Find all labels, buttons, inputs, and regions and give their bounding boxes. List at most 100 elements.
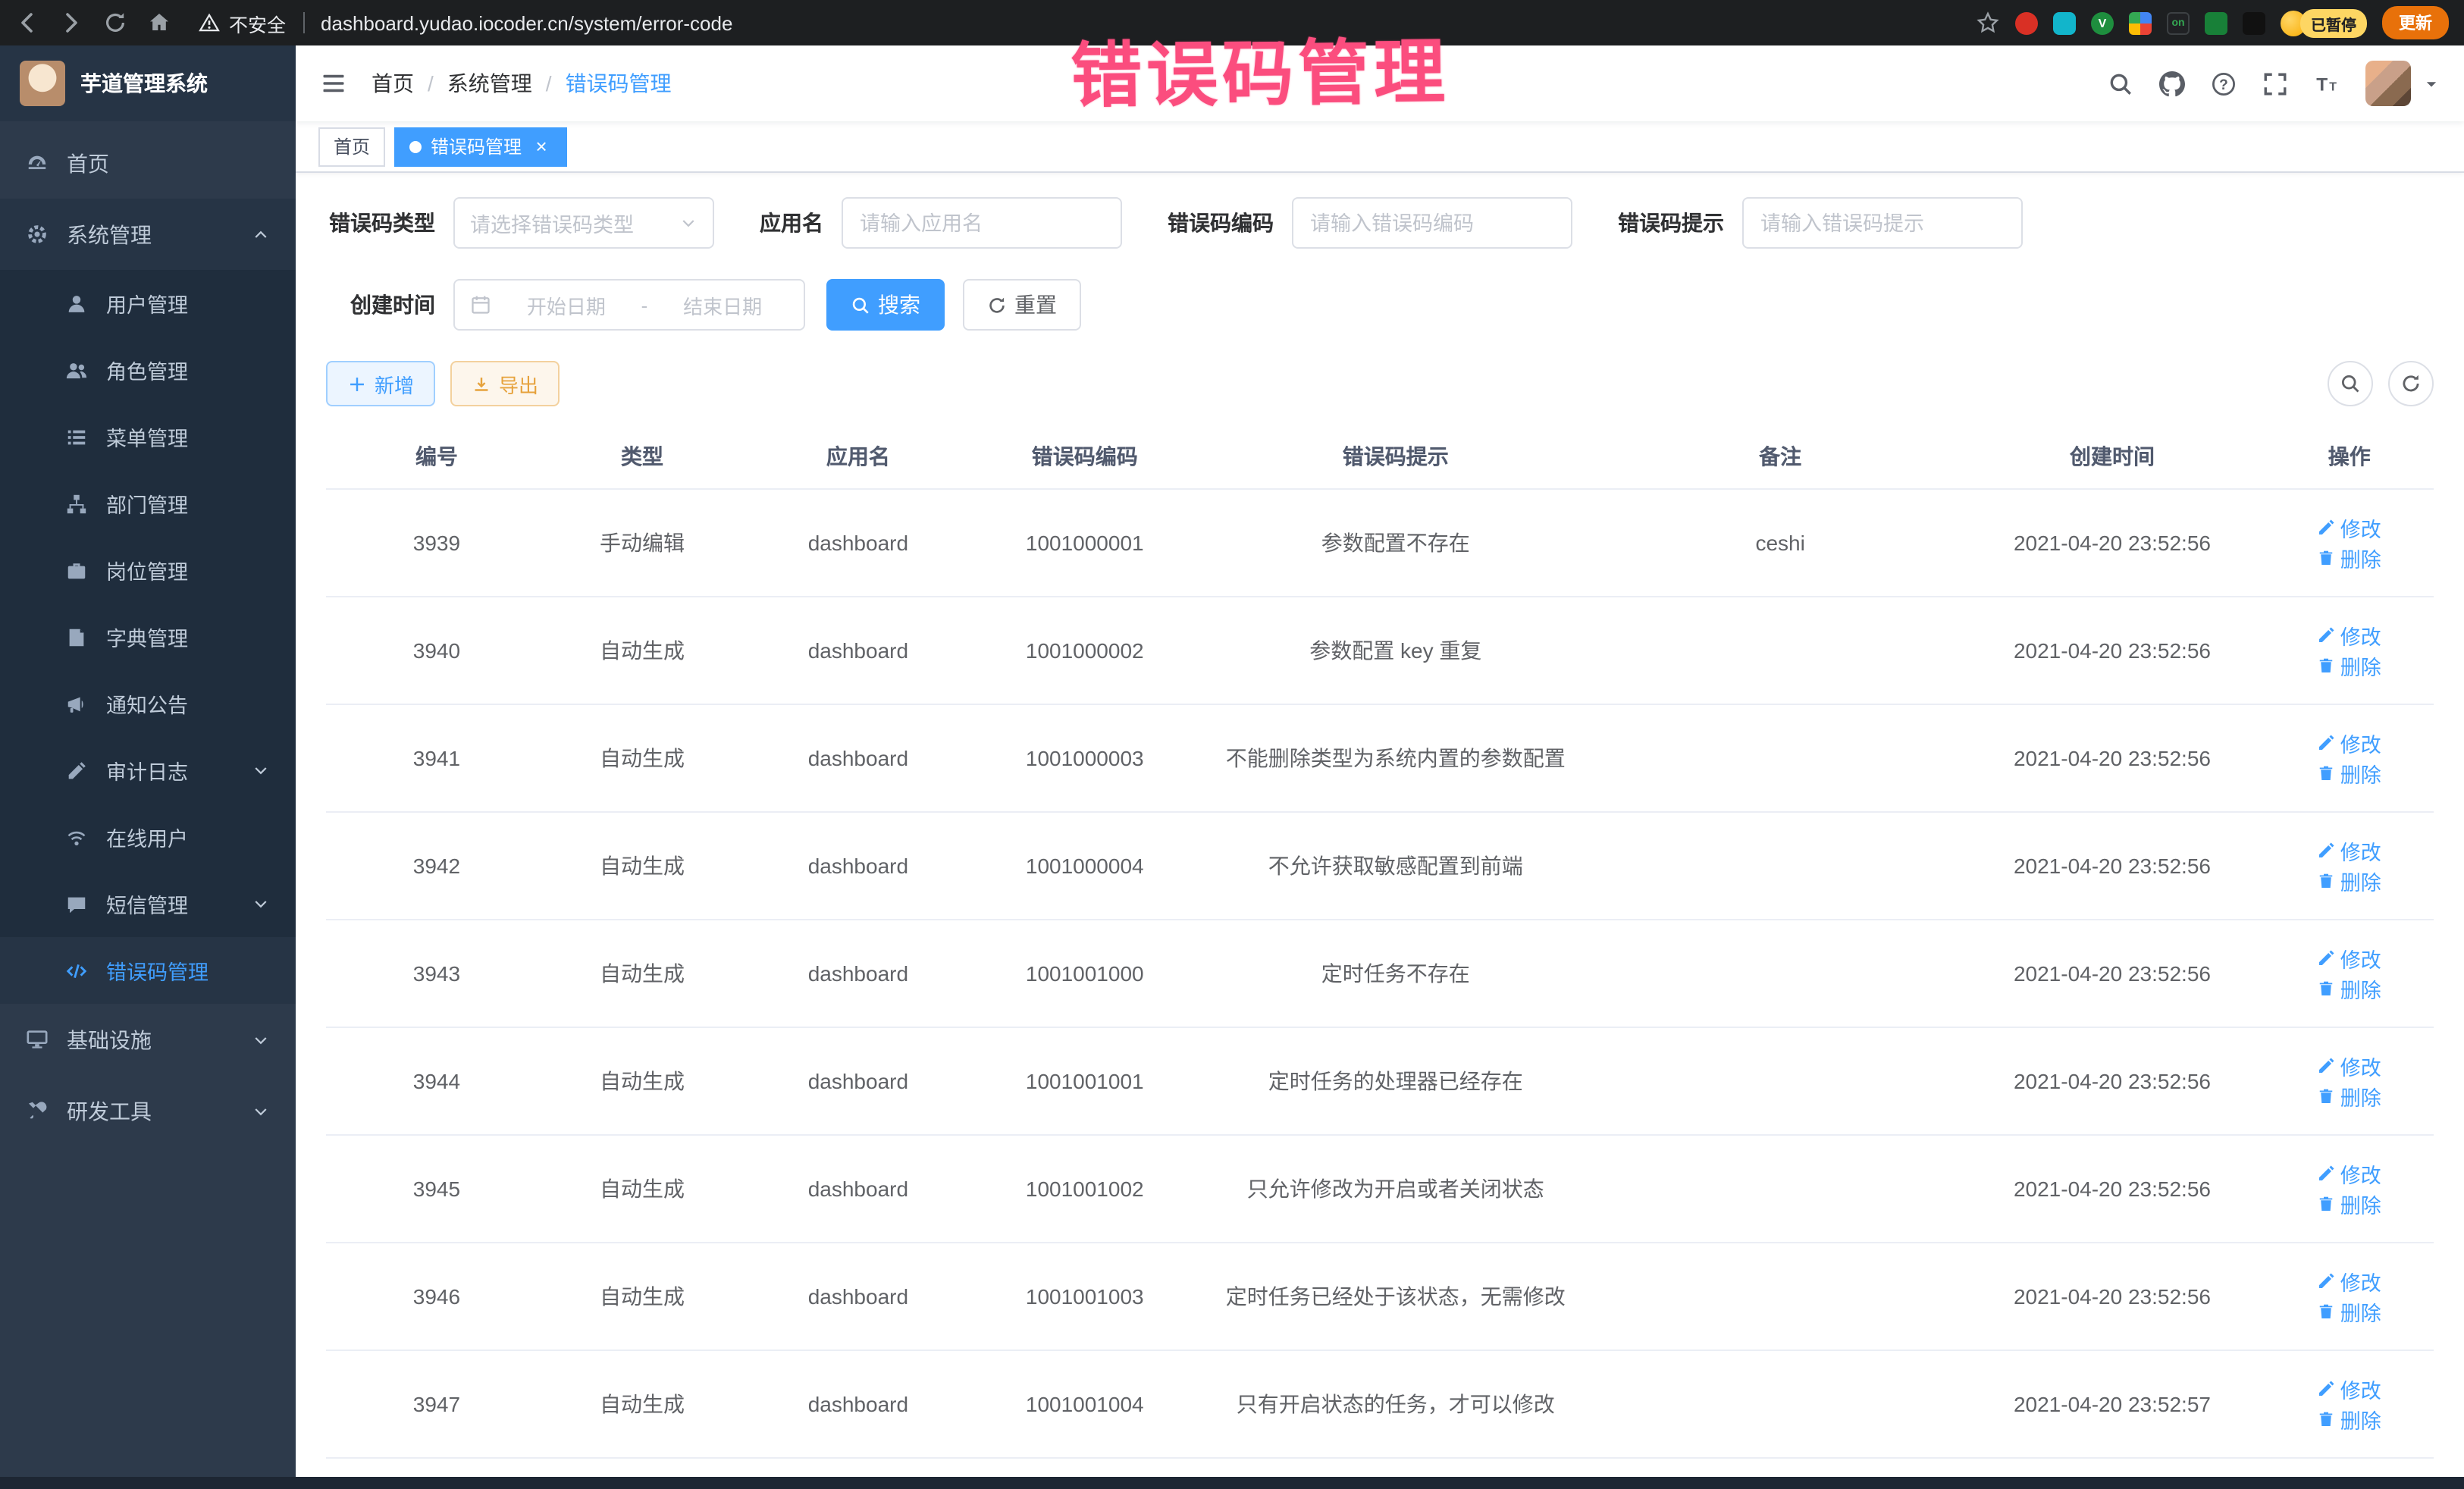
edit-link[interactable]: 修改 [2318, 835, 2381, 866]
plus-icon [347, 374, 367, 393]
cell-type: 自动生成 [547, 1243, 737, 1350]
github-icon[interactable] [2159, 71, 2185, 96]
edit-link[interactable]: 修改 [2318, 1374, 2381, 1404]
bookmark-star-icon[interactable] [1976, 11, 2000, 35]
user-avatar[interactable] [2365, 61, 2411, 106]
delete-link[interactable]: 删除 [2318, 543, 2381, 573]
edit-link[interactable]: 修改 [2318, 1266, 2381, 1296]
cell-hint: 不允许获取敏感配置到前端 [1190, 812, 1601, 920]
tag-error-code[interactable]: 错误码管理 × [394, 127, 567, 166]
error-hint-input[interactable] [1742, 197, 2023, 249]
paused-badge: 已暂停 [2300, 8, 2367, 37]
edit-label: 修改 [2340, 1374, 2381, 1404]
profile-chip[interactable]: 已暂停 [2281, 8, 2367, 37]
sidebar-toggle-icon[interactable] [320, 70, 347, 97]
filter-group-type: 错误码类型 请选择错误码类型 [326, 197, 714, 249]
code-value: 1001000002 [1021, 634, 1149, 668]
sidebar-item-audit-log[interactable]: 审计日志 [0, 737, 296, 804]
edit-link[interactable]: 修改 [2318, 620, 2381, 650]
sidebar-item-infrastructure[interactable]: 基础设施 [0, 1004, 296, 1075]
delete-label: 删除 [2340, 543, 2381, 573]
extension-icon[interactable]: V [2091, 11, 2114, 34]
sidebar-item-user-management[interactable]: 用户管理 [0, 270, 296, 337]
column-header: 创建时间 [1959, 425, 2265, 489]
export-button[interactable]: 导出 [450, 361, 560, 406]
sidebar-item-dict-management[interactable]: 字典管理 [0, 603, 296, 670]
table-row: 3941自动生成dashboard1001000003不能删除类型为系统内置的参… [326, 704, 2434, 812]
filter-label-type: 错误码类型 [326, 208, 435, 238]
sidebar-item-system-management[interactable]: 系统管理 [0, 199, 296, 270]
edit-link[interactable]: 修改 [2318, 1158, 2381, 1189]
edit-link[interactable]: 修改 [2318, 943, 2381, 973]
address-bar[interactable]: 不安全 dashboard.yudao.iocoder.cn/system/er… [183, 8, 1964, 37]
delete-link[interactable]: 删除 [2318, 973, 2381, 1004]
sidebar-item-error-code-management[interactable]: 错误码管理 [0, 937, 296, 1004]
home-icon[interactable] [147, 11, 171, 35]
extensions-menu-icon[interactable] [2129, 11, 2152, 34]
extension-icon[interactable] [2053, 11, 2076, 34]
close-icon[interactable]: × [531, 136, 552, 157]
sidebar-item-notice-announcement[interactable]: 通知公告 [0, 670, 296, 737]
sidebar-item-sms-management[interactable]: 短信管理 [0, 870, 296, 937]
sidebar-item-label: 研发工具 [67, 1096, 252, 1126]
edit-link[interactable]: 修改 [2318, 513, 2381, 543]
delete-link[interactable]: 删除 [2318, 650, 2381, 681]
briefcase-icon [65, 559, 88, 581]
breadcrumb-item[interactable]: 首页 [371, 68, 414, 99]
delete-icon [2318, 1302, 2336, 1321]
delete-link[interactable]: 删除 [2318, 1404, 2381, 1434]
refresh-table-button[interactable] [2388, 361, 2434, 406]
extension-icon[interactable]: on [2167, 11, 2190, 34]
sidebar-item-home[interactable]: 首页 [0, 127, 296, 199]
cell-operations: 修改删除 [2265, 1135, 2434, 1243]
edit-link[interactable]: 修改 [2318, 1051, 2381, 1081]
delete-link[interactable]: 删除 [2318, 1296, 2381, 1327]
browser-update-button[interactable]: 更新 [2382, 6, 2449, 39]
breadcrumb-item[interactable]: 错误码管理 [566, 68, 672, 99]
forward-icon[interactable] [59, 11, 83, 35]
error-code-input[interactable] [1292, 197, 1572, 249]
filter-label-app: 应用名 [760, 208, 823, 238]
error-type-select[interactable]: 请选择错误码类型 [453, 197, 714, 249]
sidebar-item-dept-management[interactable]: 部门管理 [0, 470, 296, 537]
toggle-search-button[interactable] [2328, 361, 2373, 406]
main-area: 首页/系统管理/错误码管理 ? TT 首页错误码管理× [296, 45, 2464, 1489]
search-icon[interactable] [2108, 71, 2133, 96]
code-value: 1001001004 [1026, 1392, 1144, 1416]
delete-link[interactable]: 删除 [2318, 1081, 2381, 1111]
reload-icon[interactable] [103, 11, 127, 35]
back-icon[interactable] [15, 11, 39, 35]
cell-code: 1001001002 [980, 1135, 1190, 1243]
delete-link[interactable]: 删除 [2318, 758, 2381, 788]
extension-icon[interactable] [2205, 11, 2227, 34]
font-size-icon[interactable]: TT [2314, 71, 2340, 96]
tag-label: 错误码管理 [431, 133, 522, 159]
sidebar-item-role-management[interactable]: 角色管理 [0, 337, 296, 403]
delete-label: 删除 [2340, 1404, 2381, 1434]
app-name-input[interactable] [842, 197, 1122, 249]
cell-hint: 参数配置不存在 [1190, 489, 1601, 597]
create-time-range-picker[interactable]: 开始日期 - 结束日期 [453, 279, 805, 331]
caret-down-icon[interactable] [2423, 75, 2440, 92]
sidebar-item-dev-tools[interactable]: 研发工具 [0, 1075, 296, 1146]
delete-link[interactable]: 删除 [2318, 866, 2381, 896]
delete-link[interactable]: 删除 [2318, 1189, 2381, 1219]
extension-icon[interactable] [2015, 11, 2038, 34]
app-logo: 芋道管理系统 [0, 45, 296, 121]
help-icon[interactable]: ? [2211, 71, 2237, 96]
cell-app: dashboard [737, 489, 980, 597]
cell-operations: 修改删除 [2265, 1027, 2434, 1135]
puzzle-icon[interactable] [2243, 11, 2265, 34]
sidebar-item-online-users[interactable]: 在线用户 [0, 804, 296, 870]
tag-home[interactable]: 首页 [318, 127, 385, 166]
reset-button[interactable]: 重置 [963, 279, 1081, 331]
cell-operations: 修改删除 [2265, 920, 2434, 1027]
sidebar-item-menu-management[interactable]: 菜单管理 [0, 403, 296, 470]
add-button[interactable]: 新增 [326, 361, 435, 406]
fullscreen-icon[interactable] [2262, 71, 2288, 96]
delete-label: 删除 [2340, 1296, 2381, 1327]
search-button[interactable]: 搜索 [826, 279, 945, 331]
edit-link[interactable]: 修改 [2318, 728, 2381, 758]
sidebar-item-post-management[interactable]: 岗位管理 [0, 537, 296, 603]
breadcrumb-item[interactable]: 系统管理 [447, 68, 532, 99]
